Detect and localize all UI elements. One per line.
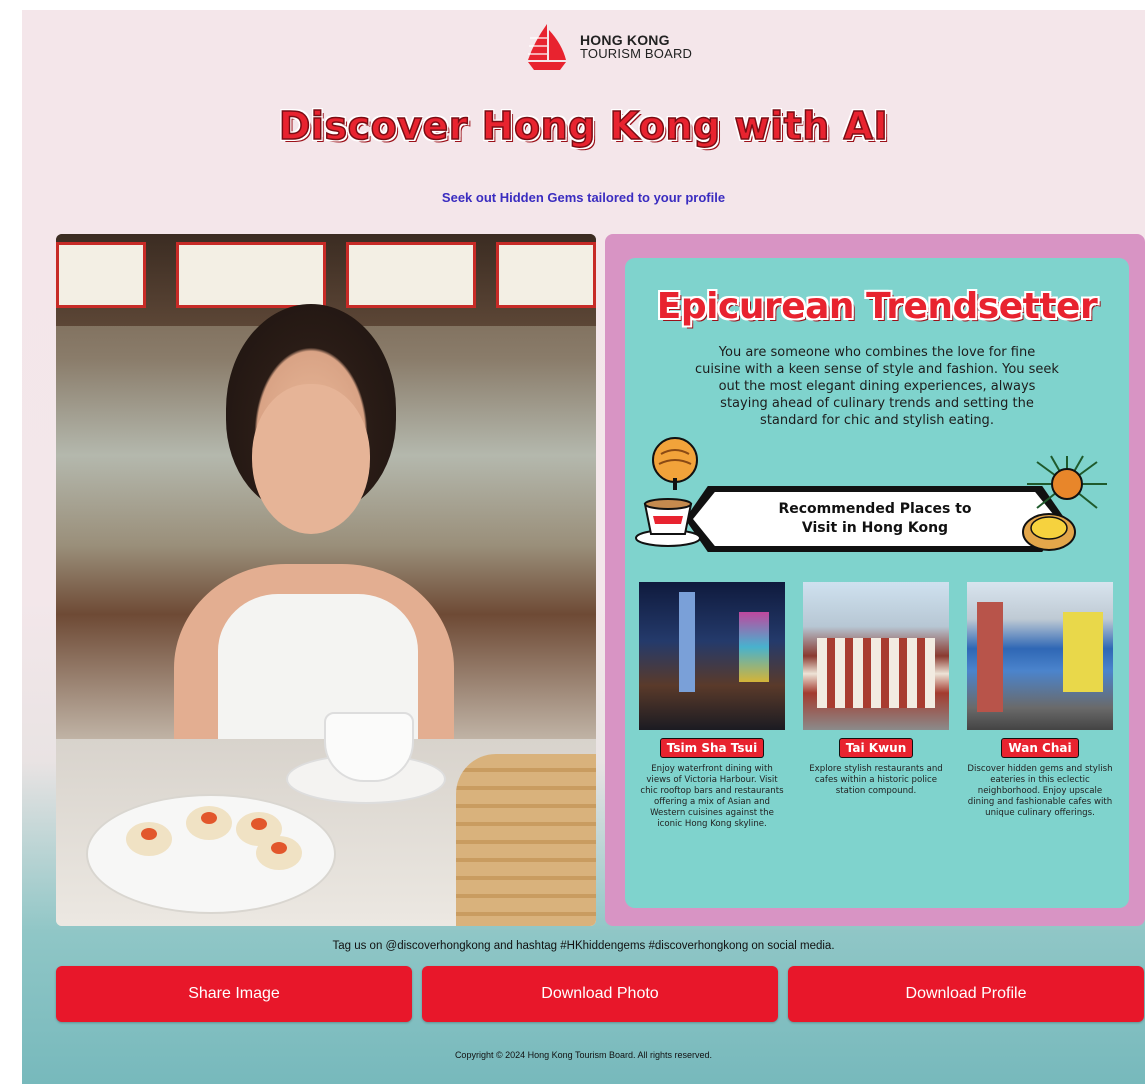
banner-line1: Recommended Places to [778,501,972,517]
logo-text-line1: HONG KONG [580,32,670,48]
pineapple-bun-icon [652,437,698,490]
milk-tea-cup-icon [635,498,701,547]
place-description: Enjoy waterfront dining with views of Vi… [640,764,784,829]
social-tag-text: Tag us on @discoverhongkong and hashtag … [332,940,835,952]
profile-title: Epicurean Trendsetter [656,286,1098,327]
egg-tart-icon [1022,513,1076,551]
place-description: Discover hidden gems and stylish eaterie… [967,764,1113,818]
place-card-tai-kwun[interactable]: Tai Kwun Explore stylish restaurants and… [803,582,949,797]
place-name: Tai Kwun [838,738,914,758]
banner-line2: Visit in Hong Kong [801,520,949,536]
place-name: Wan Chai [1001,738,1079,758]
logo-text-line2: TOURISM BOARD [580,46,693,61]
share-image-button[interactable]: Share Image [56,966,412,1022]
junk-boat-logo-icon [528,24,566,70]
page: HONG KONG TOURISM BOARD Discover Hong Ko… [22,10,1145,1084]
place-name: Tsim Sha Tsui [659,738,765,758]
download-photo-button[interactable]: Download Photo [422,966,778,1022]
generated-portrait-photo [56,234,596,926]
page-subtitle: Seek out Hidden Gems tailored to your pr… [441,190,726,205]
place-description: Explore stylish restaurants and cafes wi… [809,764,943,796]
place-card-wan-chai[interactable]: Wan Chai Discover hidden gems and stylis… [967,582,1113,819]
place-image [803,582,949,730]
place-image [967,582,1113,730]
place-image [639,582,785,730]
place-card-tsim-sha-tsui[interactable]: Tsim Sha Tsui Enjoy waterfront dining wi… [639,582,785,830]
page-title: Discover Hong Kong with AI [278,103,889,149]
copyright-text: Copyright © 2024 Hong Kong Tourism Board… [454,1050,713,1060]
hktb-logo[interactable]: HONG KONG TOURISM BOARD [520,18,700,76]
recommended-places-banner: Recommended Places to Visit in Hong Kong [693,492,1057,546]
sea-urchin-icon [1027,455,1107,509]
profile-description: You are someone who combines the love fo… [695,345,1059,428]
download-profile-button[interactable]: Download Profile [788,966,1144,1022]
profile-card: Epicurean Trendsetter You are someone wh… [605,234,1145,926]
